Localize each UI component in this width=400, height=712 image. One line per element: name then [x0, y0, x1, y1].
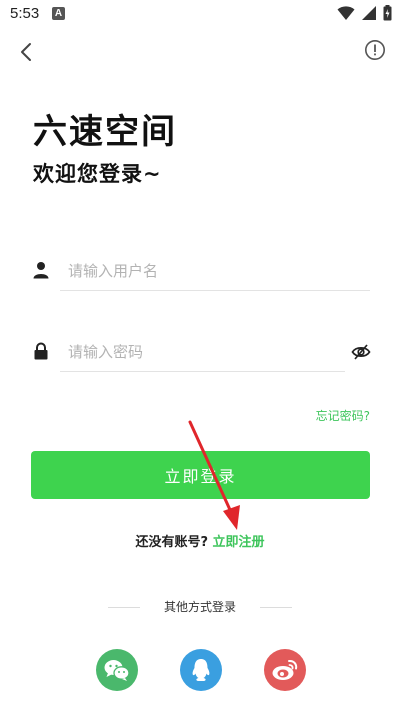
signal-icon — [362, 6, 376, 20]
register-row: 还没有账号? 立即注册 — [0, 531, 400, 550]
wifi-icon — [337, 6, 355, 20]
info-button[interactable] — [364, 39, 386, 61]
eye-off-icon — [351, 344, 371, 360]
qq-icon — [192, 659, 210, 681]
app-bar — [0, 34, 400, 70]
toggle-password-visibility-button[interactable] — [351, 342, 371, 362]
user-icon — [33, 262, 49, 279]
back-button[interactable] — [14, 38, 42, 66]
wechat-icon — [104, 660, 130, 681]
status-time: 5:53 — [10, 5, 40, 22]
battery-icon — [383, 5, 392, 21]
system-icons — [337, 5, 392, 21]
password-input[interactable] — [60, 333, 345, 372]
forgot-password-link[interactable]: 忘记密码? — [316, 407, 370, 424]
password-field — [33, 333, 371, 373]
other-login-label: 其他方式登录 — [163, 600, 236, 614]
register-question: 还没有账号? — [135, 535, 208, 550]
username-field — [33, 252, 371, 292]
username-input[interactable] — [60, 252, 370, 291]
welcome-text: 欢迎您登录~ — [33, 162, 162, 186]
chevron-left-icon — [21, 43, 31, 61]
qq-login-button[interactable] — [180, 649, 222, 691]
wechat-login-button[interactable] — [96, 649, 138, 691]
status-bar: 5:53 A — [0, 0, 400, 28]
login-button[interactable]: 立即登录 — [31, 451, 370, 499]
weibo-icon — [272, 659, 298, 680]
lock-icon — [34, 342, 48, 360]
notification-icon: A — [52, 7, 65, 20]
weibo-login-button[interactable] — [264, 649, 306, 691]
register-link[interactable]: 立即注册 — [213, 535, 265, 550]
app-title: 六速空间 — [33, 112, 177, 152]
info-circle-icon — [365, 40, 385, 60]
divider-right — [260, 607, 292, 608]
other-login-row: 其他方式登录 — [0, 598, 400, 616]
